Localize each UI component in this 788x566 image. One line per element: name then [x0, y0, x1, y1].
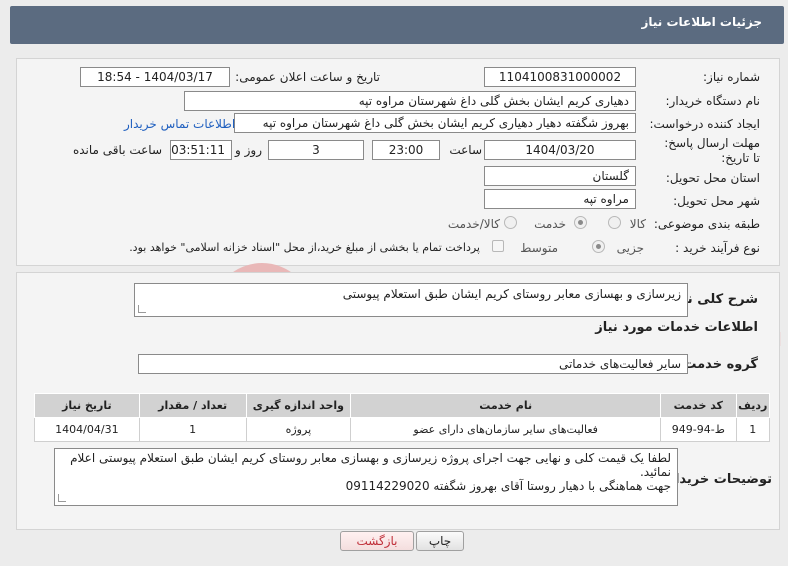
col-service-name: نام خدمت: [350, 393, 662, 418]
buyer-org-label: نام دستگاه خریدار:: [665, 94, 761, 108]
category-option-service-label: خدمت: [534, 217, 566, 231]
creator-label: ایجاد کننده درخواست:: [649, 117, 760, 131]
process-option-minor-label: جزیی: [616, 241, 644, 255]
col-quantity: تعداد / مقدار: [138, 393, 247, 418]
creator-field: بهروز شگفته دهیار دهیاری کریم ایشان بخش …: [234, 113, 636, 133]
deadline-time-label: ساعت: [449, 143, 482, 157]
remaining-time-field: 03:51:11: [170, 140, 232, 160]
days-label: روز و: [235, 143, 262, 157]
col-service-code: کد خدمت: [660, 393, 737, 418]
table-row: 1 ط-94-949 فعالیت‌های سایر سازمان‌های دا…: [34, 417, 770, 442]
buyer-notes-line-1: لطفا یک قیمت کلی و نهایی جهت اجرای پروژه…: [70, 451, 671, 479]
service-group-label: گروه خدمت:: [678, 357, 758, 372]
province-field: گلستان: [484, 166, 636, 186]
days-field: 3: [268, 140, 364, 160]
remaining-label: ساعت باقی مانده: [72, 143, 162, 157]
services-table: ردیف کد خدمت نام خدمت واحد اندازه گیری ت…: [34, 393, 770, 442]
deadline-label-text: مهلت ارسال پاسخ: تا تاریخ:: [664, 136, 760, 165]
cell-unit: پروژه: [245, 417, 352, 442]
cell-row-number: 1: [735, 417, 770, 442]
resize-grip-icon[interactable]: [58, 494, 66, 502]
cell-quantity: 1: [138, 417, 247, 442]
need-number-label: شماره نیاز:: [703, 70, 760, 84]
announce-label: تاریخ و ساعت اعلان عمومی:: [235, 70, 380, 84]
city-field: مراوه تپه: [484, 189, 636, 209]
process-minor-radio[interactable]: [592, 240, 605, 253]
resize-grip-icon[interactable]: [138, 305, 146, 313]
col-need-date: تاریخ نیاز: [34, 393, 140, 418]
province-label: استان محل تحویل:: [665, 171, 760, 185]
col-unit: واحد اندازه گیری: [245, 393, 352, 418]
city-label: شهر محل تحویل:: [673, 194, 760, 208]
category-option-goods-label: کالا: [629, 217, 646, 231]
page-title: جزئیات اطلاعات نیاز: [641, 15, 762, 29]
cell-service-code: ط-94-949: [660, 417, 737, 442]
category-option-both-label: کالا/خدمت: [447, 217, 500, 231]
buyer-contact-link[interactable]: اطلاعات تماس خریدار: [124, 117, 235, 131]
summary-text: زیرسازی و بهسازی معابر روستای کریم ایشان…: [342, 287, 681, 301]
services-heading: اطلاعات خدمات مورد نیاز: [595, 320, 758, 335]
service-group-field: سایر فعالیت‌های خدماتی: [138, 354, 688, 374]
cell-service-name: فعالیت‌های سایر سازمان‌های دارای عضو: [350, 417, 662, 442]
treasury-payment-checkbox[interactable]: [492, 240, 504, 252]
cell-need-date: 1404/04/31: [34, 417, 140, 442]
buyer-notes-label: توضیحات خریدار:: [662, 472, 772, 487]
buyer-notes-line-2: جهت هماهنگی با دهیار روستا آقای بهروز شگ…: [345, 479, 671, 493]
category-both-radio[interactable]: [504, 216, 517, 229]
process-option-medium-label: متوسط: [520, 241, 558, 255]
back-button[interactable]: بازگشت: [340, 531, 414, 551]
table-header-row: ردیف کد خدمت نام خدمت واحد اندازه گیری ت…: [34, 393, 770, 418]
print-button[interactable]: چاپ: [416, 531, 464, 551]
need-number-field: 1104100831000002: [484, 67, 636, 87]
deadline-time-field: 23:00: [372, 140, 440, 160]
category-label: طبقه بندی موضوعی:: [653, 217, 760, 231]
process-label: نوع فرآیند خرید :: [675, 241, 760, 255]
buyer-org-field: دهیاری کریم ایشان بخش گلی داغ شهرستان مر…: [184, 91, 636, 111]
category-service-radio[interactable]: [574, 216, 587, 229]
deadline-date-field: 1404/03/20: [484, 140, 636, 160]
buyer-notes-textarea: لطفا یک قیمت کلی و نهایی جهت اجرای پروژه…: [54, 448, 678, 506]
announce-field: 1404/03/17 - 18:54: [80, 67, 230, 87]
col-row-number: ردیف: [735, 393, 770, 418]
summary-textarea: زیرسازی و بهسازی معابر روستای کریم ایشان…: [134, 283, 688, 317]
deadline-label: مهلت ارسال پاسخ: تا تاریخ:: [660, 136, 760, 166]
category-goods-radio[interactable]: [608, 216, 621, 229]
payment-note: پرداخت تمام یا بخشی از مبلغ خرید،از محل …: [129, 241, 480, 254]
